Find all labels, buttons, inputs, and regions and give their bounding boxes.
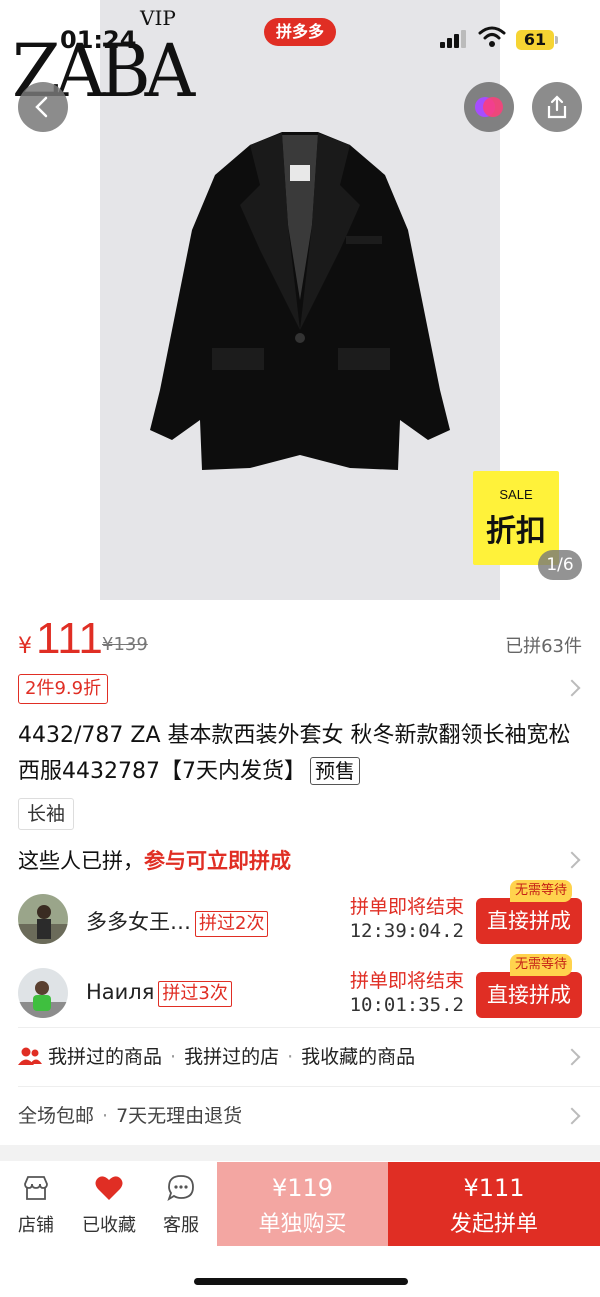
group-member-row: 多多女王… 拼过2次 拼单即将结束 12:39:04.2 直接拼成 无需等待 <box>0 880 600 956</box>
buy-alone-price: ¥119 <box>271 1174 334 1202</box>
member-name-text: 多多女王… <box>86 910 191 934</box>
presale-tag: 预售 <box>309 757 360 785</box>
app-name-badge: 拼多多 <box>264 18 336 46</box>
no-wait-badge: 无需等待 <box>510 880 573 902</box>
service-free-shipping: 全场包邮 <box>18 1105 95 1127</box>
link-joined-stores[interactable]: 我拼过的店 <box>184 1046 279 1068</box>
sale-badge-en: SALE <box>499 487 533 502</box>
chevron-right-icon[interactable] <box>563 1048 581 1066</box>
separator: · <box>102 1105 109 1127</box>
separator: · <box>170 1046 177 1068</box>
bottom-action-bar: 店铺 已收藏 客服 ¥119 单独购买 ¥111 发起拼单 <box>0 1161 600 1297</box>
history-links-row[interactable]: 我拼过的商品 · 我拼过的店 · 我收藏的商品 <box>18 1042 415 1069</box>
join-group-button[interactable]: 直接拼成 <box>476 898 582 944</box>
back-button[interactable] <box>18 82 68 132</box>
people-icon <box>18 1047 42 1065</box>
member-name-text: Наиля <box>86 980 155 1004</box>
member-name: 多多女王… 拼过2次 <box>86 906 269 937</box>
chat-icon <box>167 1175 194 1202</box>
group-head-prefix: 这些人已拼， <box>18 849 144 873</box>
brand-vip: VIP <box>140 6 176 30</box>
product-image-gallery[interactable]: VIP ZABA 01:24 拼多多 61 SALE 折扣 1/6 <box>0 0 600 600</box>
store-icon <box>24 1176 48 1200</box>
store-button[interactable]: 店铺 <box>1 1173 71 1237</box>
avatar <box>18 968 68 1018</box>
link-joined-products[interactable]: 我拼过的商品 <box>48 1046 162 1068</box>
original-price: ¥139 <box>102 634 148 655</box>
service-7day-return: 7天无理由退货 <box>116 1105 243 1127</box>
avatar <box>18 894 68 944</box>
member-name: Наиля 拼过3次 <box>86 980 232 1007</box>
home-indicator[interactable] <box>194 1278 408 1285</box>
separator: · <box>287 1046 294 1068</box>
no-wait-badge: 无需等待 <box>510 954 573 976</box>
buy-alone-label: 单独购买 <box>258 1212 347 1237</box>
group-head-highlight: 参与可立即拼成 <box>144 849 291 873</box>
customer-service-button[interactable]: 客服 <box>146 1173 216 1237</box>
join-count-badge: 拼过3次 <box>158 981 232 1007</box>
join-count-badge: 拼过2次 <box>195 911 269 937</box>
join-group-button[interactable]: 直接拼成 <box>476 972 582 1018</box>
service-label: 客服 <box>163 1215 199 1236</box>
store-label: 店铺 <box>18 1215 54 1236</box>
countdown-timer: 12:39:04.2 <box>349 920 464 942</box>
sold-count: 已拼63件 <box>505 636 582 657</box>
group-buy-header[interactable]: 这些人已拼，参与可立即拼成 <box>18 845 291 875</box>
price-row: ¥ 111 ¥139 已拼63件 <box>18 614 582 674</box>
wifi-icon <box>478 26 506 47</box>
service-row[interactable]: 全场包邮 · 7天无理由退货 <box>18 1101 242 1128</box>
battery-indicator: 61 <box>516 30 558 50</box>
group-member-row: Наиля 拼过3次 拼单即将结束 10:01:35.2 直接拼成 无需等待 <box>0 954 600 1030</box>
sale-badge-cn: 折扣 <box>486 514 546 549</box>
section-gap <box>0 1145 600 1161</box>
chevron-right-icon[interactable] <box>563 851 581 869</box>
status-time: 01:24 <box>60 26 137 54</box>
chevron-left-icon <box>35 96 48 118</box>
group-status: 拼单即将结束 <box>349 896 464 918</box>
attribute-tag: 长袖 <box>18 798 75 830</box>
countdown-timer: 10:01:35.2 <box>349 994 464 1016</box>
chevron-right-icon[interactable] <box>563 679 581 697</box>
group-label: 发起拼单 <box>449 1212 538 1237</box>
cellular-signal-icon <box>440 30 466 48</box>
product-title-text: 4432/787 ZA 基本款西装外套女 秋冬新款翻领长袖宽松西服4432787… <box>18 723 571 784</box>
heart-icon <box>95 1176 123 1200</box>
share-button[interactable] <box>532 82 582 132</box>
favorited-label: 已收藏 <box>82 1215 136 1236</box>
current-price: 111 <box>36 614 103 663</box>
chevron-right-icon[interactable] <box>563 1107 581 1125</box>
buy-alone-button[interactable]: ¥119 单独购买 <box>217 1162 388 1246</box>
color-palette-icon <box>475 97 503 117</box>
image-counter: 1/6 <box>538 550 582 580</box>
divider <box>18 1086 600 1087</box>
currency-symbol: ¥ <box>18 634 32 659</box>
start-group-button[interactable]: ¥111 发起拼单 <box>388 1162 600 1246</box>
link-favorite-products[interactable]: 我收藏的商品 <box>301 1046 415 1068</box>
share-icon <box>547 95 567 119</box>
color-swatch-button[interactable] <box>464 82 514 132</box>
favorite-button[interactable]: 已收藏 <box>74 1173 144 1237</box>
promo-tag[interactable]: 2件9.9折 <box>18 674 109 704</box>
product-title: 4432/787 ZA 基本款西装外套女 秋冬新款翻领长袖宽松西服4432787… <box>18 718 584 790</box>
group-status: 拼单即将结束 <box>349 970 464 992</box>
group-price: ¥111 <box>463 1174 525 1202</box>
divider <box>18 1027 600 1028</box>
